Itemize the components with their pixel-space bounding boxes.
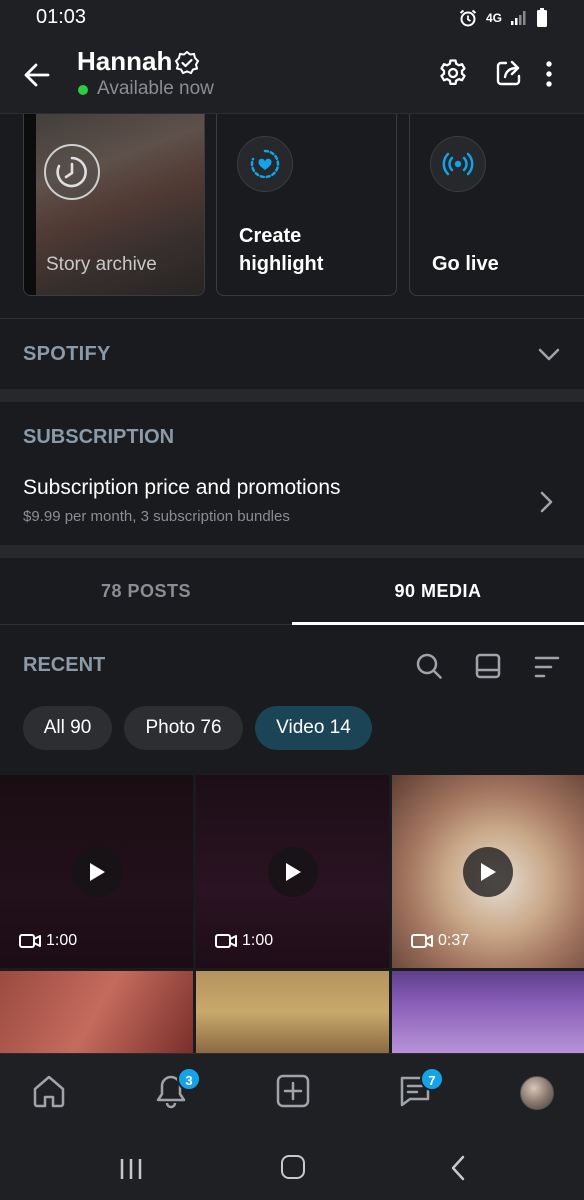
history-icon [44, 144, 100, 200]
sort-icon [534, 656, 560, 678]
subscription-section-title: SUBSCRIPTION [23, 426, 175, 448]
highlight-heart-icon [237, 136, 293, 192]
go-live-label: Go live [432, 253, 499, 275]
subscription-row-subtitle: $9.99 per month, 3 subscription bundles [23, 508, 290, 525]
play-icon [463, 846, 513, 897]
nav-profile-avatar[interactable] [520, 1076, 554, 1110]
home-system-button[interactable] [281, 1155, 305, 1179]
video-camera-icon [411, 934, 433, 948]
recents-icon [120, 1159, 142, 1179]
create-highlight-card[interactable]: Create highlight [216, 114, 397, 296]
alarm-icon [458, 8, 478, 28]
status-bar: 01:03 4G [0, 0, 584, 36]
sort-button[interactable] [533, 654, 561, 680]
more-vertical-icon [546, 61, 552, 87]
search-icon [416, 653, 442, 679]
subscription-row-title: Subscription price and promotions [23, 476, 341, 499]
chevron-left-icon [451, 1155, 465, 1181]
video-camera-icon [215, 934, 237, 948]
gear-icon [440, 59, 466, 86]
play-icon [267, 846, 318, 897]
video-duration: 0:37 [411, 932, 469, 950]
settings-button[interactable] [438, 58, 468, 88]
notifications-badge: 3 [177, 1067, 201, 1091]
video-duration-text: 1:00 [46, 932, 78, 949]
battery-icon [536, 8, 548, 28]
media-tile[interactable]: 1:00 [196, 775, 389, 968]
story-archive-label: Story archive [46, 254, 157, 275]
go-live-card[interactable]: Go live [409, 114, 584, 296]
video-duration-text: 1:00 [242, 932, 274, 949]
online-status-dot [78, 85, 88, 95]
video-duration: 1:00 [19, 932, 77, 950]
layout-icon [475, 653, 501, 679]
filter-chip-video[interactable]: Video 14 [255, 706, 372, 750]
signal-icon [510, 10, 528, 26]
more-options-button[interactable] [544, 60, 554, 88]
profile-name: Hannah [77, 46, 173, 76]
section-separator [0, 389, 584, 402]
recent-apps-button[interactable] [118, 1157, 144, 1181]
share-icon [496, 60, 521, 86]
home-icon [33, 1075, 65, 1108]
play-icon [71, 846, 122, 897]
filter-chip-photo[interactable]: Photo 76 [124, 706, 243, 750]
back-button[interactable] [22, 60, 52, 90]
status-icons: 4G [458, 8, 548, 28]
spotify-section-title: SPOTIFY [23, 343, 111, 365]
media-tile[interactable]: 1:00 [0, 775, 193, 968]
nav-create-post-button[interactable] [274, 1072, 312, 1110]
arrow-left-icon [24, 63, 50, 87]
profile-header: Hannah Available now [0, 36, 584, 114]
filter-chip-all[interactable]: All 90 [23, 706, 112, 750]
tab-posts[interactable]: 78 POSTS [0, 558, 292, 624]
media-tile[interactable]: 0:37 [392, 775, 584, 968]
share-button[interactable] [494, 58, 524, 88]
live-broadcast-icon [430, 136, 486, 192]
video-duration: 1:00 [215, 932, 273, 950]
chevron-down-icon[interactable] [538, 346, 560, 362]
layout-toggle-button[interactable] [475, 653, 501, 679]
video-camera-icon [19, 934, 41, 948]
create-highlight-label-line2: highlight [239, 253, 324, 275]
messages-badge: 7 [420, 1067, 444, 1091]
availability-status: Available now [97, 78, 214, 99]
bottom-navigation: 3 7 [0, 1053, 584, 1133]
video-duration-text: 0:37 [438, 932, 470, 949]
nav-home-button[interactable] [30, 1072, 68, 1110]
recent-section-title: RECENT [23, 654, 106, 676]
search-button[interactable] [415, 652, 443, 680]
story-archive-card[interactable]: Story archive [23, 114, 205, 296]
active-tab-indicator [292, 622, 584, 625]
section-separator [0, 545, 584, 558]
tab-media[interactable]: 90 MEDIA [292, 558, 584, 624]
verified-badge-icon [174, 50, 200, 76]
chevron-right-icon [538, 491, 554, 513]
status-time: 01:03 [36, 6, 87, 28]
network-type-label: 4G [485, 11, 502, 25]
system-navigation-bar [0, 1133, 584, 1200]
media-tile[interactable] [392, 971, 584, 1053]
media-tile[interactable] [0, 971, 193, 1053]
create-highlight-label-line1: Create [239, 225, 302, 247]
back-system-button[interactable] [450, 1155, 466, 1181]
add-square-icon [276, 1074, 310, 1108]
card-edge [24, 114, 36, 295]
media-tile[interactable] [196, 971, 389, 1053]
